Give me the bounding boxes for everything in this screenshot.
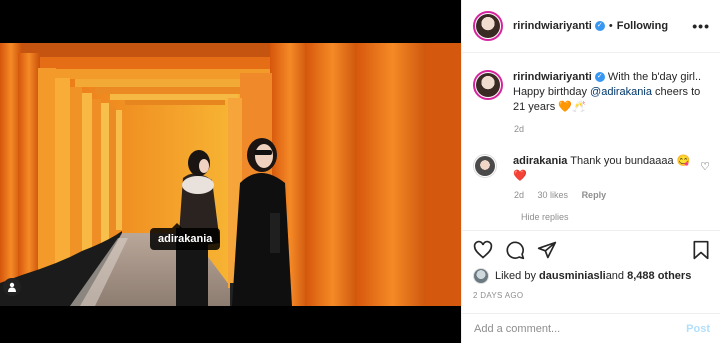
share-icon[interactable] [537,240,557,260]
verified-badge-icon: ✓ [594,72,605,83]
caption-mention-link[interactable]: @adirakania [590,86,652,98]
post-caption: ririndwiariyanti ✓ With the b'day girl.. … [473,70,710,115]
liked-by-and: and [605,270,625,282]
action-icons-row [473,239,710,261]
post-side-panel: ririndwiariyanti ✓ • Following ••• ririn… [461,0,720,343]
torii-tunnel-photo [0,43,461,306]
post-timestamp: 2 DAYS AGO [473,291,524,300]
author-avatar[interactable] [473,11,503,41]
comment-meta: 2d 30 likes Reply [514,190,710,200]
comment-time: 2d [514,190,525,200]
comment-likes-count[interactable]: 30 likes [538,190,569,200]
verified-badge-icon: ✓ [594,21,605,31]
liked-by-user[interactable]: dausminiasli [539,270,606,282]
likes-summary: Liked by dausminiasli and 8,488 others [473,268,710,284]
caption-text: ririndwiariyanti ✓ With the b'day girl.. … [513,70,703,115]
comment-username[interactable]: adirakania [513,155,567,167]
author-username[interactable]: ririndwiariyanti [513,20,592,32]
commenter-avatar[interactable] [473,154,497,178]
following-button[interactable]: Following [617,20,668,32]
liker-avatar[interactable] [473,268,489,284]
caption-time: 2d [514,124,525,134]
add-comment-bar: Post [462,313,720,343]
comment-like-heart-icon[interactable]: ♡ [700,160,710,173]
liked-by-prefix: Liked by [495,270,536,282]
post-media[interactable]: adirakania [0,0,461,343]
hide-replies-button[interactable]: Hide replies [521,212,710,222]
user-tag-label[interactable]: adirakania [150,223,221,250]
post-photo[interactable] [0,43,461,306]
user-tags-button[interactable] [3,278,21,296]
comment-icon[interactable] [505,240,525,260]
add-comment-input[interactable] [474,322,687,335]
more-options-icon[interactable]: ••• [692,18,710,34]
post-actions: Liked by dausminiasli and 8,488 others 2… [462,230,720,300]
bookmark-icon[interactable] [692,240,710,260]
separator-dot: • [608,20,613,32]
comments-area[interactable]: ririndwiariyanti ✓ With the b'day girl.. … [462,54,720,230]
reply-button[interactable]: Reply [582,190,607,200]
comment-item: adirakania Thank you bundaaaa 😋❤️ ♡ [473,154,710,184]
person-icon [8,282,16,292]
post-comment-button[interactable]: Post [686,323,710,335]
caption-avatar[interactable] [473,70,503,100]
post-header: ririndwiariyanti ✓ • Following ••• [462,0,720,53]
comment-text: adirakania Thank you bundaaaa 😋❤️ [513,154,693,184]
heart-icon[interactable] [473,240,493,260]
liked-by-others[interactable]: 8,488 others [627,270,691,282]
caption-username[interactable]: ririndwiariyanti [513,71,592,83]
